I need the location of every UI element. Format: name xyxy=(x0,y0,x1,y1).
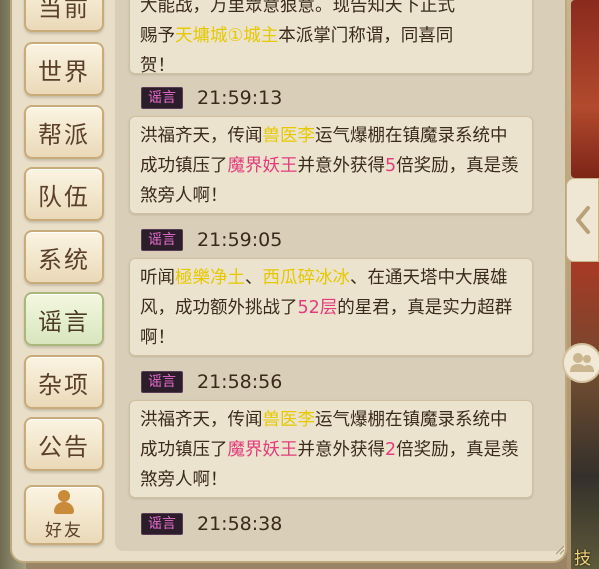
player-name-link[interactable]: 兽医李 xyxy=(263,410,316,430)
message-header: 谣言 21:58:56 xyxy=(141,370,282,394)
chat-message: 洪福齐天，传闻兽医李运气爆棚在镇魔录系统中成功镇压了魔界妖王并意外获得5倍奖励，… xyxy=(129,116,533,214)
message-time: 21:59:13 xyxy=(197,87,283,109)
tab-label: 世界 xyxy=(38,57,90,86)
message-text: 大能战，万里眾意狠意。现告知天下正式 xyxy=(140,0,455,16)
tab-notice[interactable]: 公告 xyxy=(24,417,104,471)
monster-name-link[interactable]: 魔界妖王 xyxy=(228,440,298,460)
channel-badge: 谣言 xyxy=(141,371,183,393)
chat-message: 大能战，万里眾意狠意。现告知天下正式 赐予天墉城①城主本派掌门称谓，同喜同 贺！ xyxy=(129,0,533,76)
highlight-name[interactable]: 天墉城①城主 xyxy=(175,26,278,46)
tab-label: 好友 xyxy=(45,520,83,541)
tab-label: 帮派 xyxy=(38,120,90,149)
reward-multiplier: 2 xyxy=(385,440,397,460)
collapse-panel-button[interactable] xyxy=(566,178,599,262)
people-icon xyxy=(570,353,594,372)
tab-label: 谣言 xyxy=(38,307,90,336)
channel-badge: 谣言 xyxy=(141,87,183,109)
tab-label: 公告 xyxy=(38,432,90,461)
chevron-left-icon xyxy=(575,206,590,234)
message-time: 21:59:05 xyxy=(197,229,283,251)
person-icon xyxy=(53,489,75,514)
tab-system[interactable]: 系统 xyxy=(24,230,104,284)
message-header: 谣言 21:58:38 xyxy=(141,512,282,536)
chat-message: 洪福齐天，传闻兽医李运气爆棚在镇魔录系统中成功镇压了魔界妖王并意外获得2倍奖励，… xyxy=(129,400,533,498)
player-name-link[interactable]: 西瓜碎冰冰 xyxy=(263,268,351,288)
channel-badge: 谣言 xyxy=(141,513,183,535)
channel-badge: 谣言 xyxy=(141,229,183,251)
message-time: 21:58:56 xyxy=(197,371,283,393)
player-name-link[interactable]: 兽医李 xyxy=(263,126,316,146)
chat-message: 听闻極樂净土、西瓜碎冰冰、在通天塔中大展雄风，成功额外挑战了52层的星君，真是实… xyxy=(129,258,533,356)
tab-label: 队伍 xyxy=(38,182,90,211)
message-header: 谣言 21:59:05 xyxy=(141,228,282,252)
tab-world[interactable]: 世界 xyxy=(24,42,104,96)
message-time: 21:58:38 xyxy=(197,513,283,535)
tab-current[interactable]: 当前 xyxy=(24,0,104,32)
tab-team[interactable]: 队伍 xyxy=(24,167,104,221)
tab-label: 杂项 xyxy=(38,370,90,399)
tab-misc[interactable]: 杂项 xyxy=(24,355,104,409)
tower-level: 52层 xyxy=(297,298,338,318)
player-name-link[interactable]: 極樂净土 xyxy=(175,268,245,288)
tab-label: 系统 xyxy=(38,245,90,274)
corner-label: 技 xyxy=(574,549,591,569)
scene-strip-bottom xyxy=(571,262,599,569)
message-header: 谣言 21:59:13 xyxy=(141,86,282,110)
message-text: 赐予天墉城①城主本派掌门称谓，同喜同 xyxy=(140,26,454,46)
tab-label: 当前 xyxy=(38,0,90,22)
resize-grip-icon[interactable] xyxy=(555,545,565,555)
tab-friends[interactable]: 好友 xyxy=(24,485,104,545)
tab-rumor[interactable]: 谣言 xyxy=(24,292,104,346)
monster-name-link[interactable]: 魔界妖王 xyxy=(228,156,298,176)
voice-chat-button[interactable] xyxy=(562,343,599,383)
message-text: 贺！ xyxy=(140,56,175,76)
tab-faction[interactable]: 帮派 xyxy=(24,105,104,159)
reward-multiplier: 5 xyxy=(385,156,397,176)
scene-strip-top xyxy=(571,0,599,178)
